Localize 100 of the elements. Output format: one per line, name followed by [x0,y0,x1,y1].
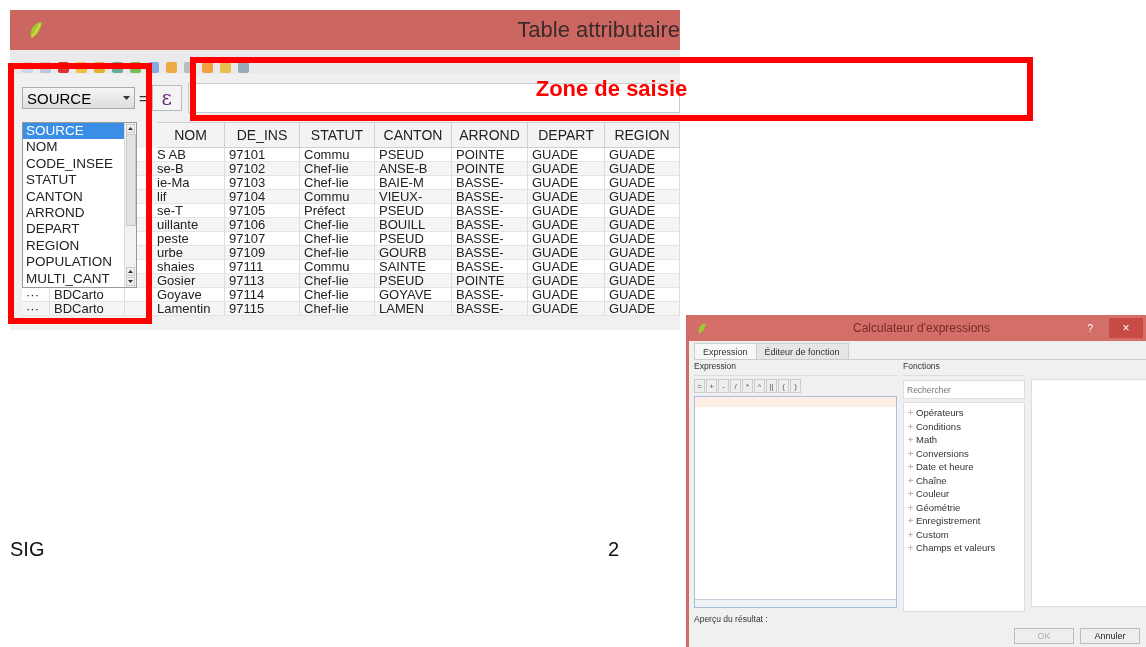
table-cell: BASSE- [456,231,504,246]
expand-icon[interactable] [908,437,913,443]
table-cell: uillante [157,217,199,232]
table-cell: lif [157,189,167,204]
table-cell: PSEUD [379,231,424,246]
operator-button[interactable]: ( [778,379,789,393]
toolbar-button[interactable] [166,62,177,73]
table-cell: SAINTE [379,259,426,274]
leaf-icon [697,321,707,335]
tree-item[interactable]: Enregistrement [916,515,981,527]
expand-icon[interactable] [908,477,913,483]
table-cell: BASSE- [456,259,504,274]
expand-icon[interactable] [908,450,913,456]
operator-button[interactable]: - [718,379,729,393]
operator-button[interactable]: * [742,379,753,393]
scrollbar[interactable] [695,599,896,607]
window-title: Table attributaire [517,17,680,43]
expand-icon[interactable] [908,423,913,429]
tree-item[interactable]: Date et heure [916,461,974,473]
table-cell: GUADE [609,175,656,190]
field-list-item[interactable]: NOM [23,139,124,156]
operator-button[interactable]: ^ [754,379,765,393]
tree-item[interactable]: Math [916,434,938,446]
table-cell: Goyave [157,287,202,302]
table-cell: GUADE [532,231,579,246]
table-cell: Chef-lie [304,217,349,232]
expand-icon[interactable] [908,464,913,470]
row-handle[interactable]: ··· [26,301,39,316]
operator-button[interactable]: / [730,379,741,393]
table-cell: Chef-lie [304,287,349,302]
page-number: 2 [608,538,620,561]
expand-icon[interactable] [908,410,913,416]
preview-label: Aperçu du résultat : [694,614,769,626]
scrollbar[interactable] [124,123,136,287]
field-list-item[interactable]: CODE_INSEE [23,155,124,173]
leaf-icon [28,20,44,40]
toolbar-button[interactable] [202,62,213,73]
table-cell: GUADE [532,217,579,232]
tree-item[interactable]: Chaîne [916,474,947,486]
table-cell: BASSE- [456,301,504,316]
expand-icon[interactable] [908,531,913,537]
table-cell: 97104 [229,189,266,204]
table-cell: GUADE [609,231,656,246]
table-cell: BASSE- [456,175,504,190]
expand-icon[interactable] [908,518,913,524]
tree-item[interactable]: Conditions [916,420,961,432]
expand-icon[interactable] [908,545,913,551]
field-list-item[interactable]: REGION [23,237,124,255]
field-dropdown[interactable]: SOURCE [22,87,135,109]
tree-item[interactable]: Custom [916,528,949,540]
toolbar-button[interactable] [220,62,231,73]
tab[interactable]: Expression [694,343,757,359]
dialog-button[interactable]: Annuler [1080,628,1140,644]
expression-text-area[interactable] [694,396,897,608]
table-cell: BASSE- [456,203,504,218]
table-cell: GUADE [609,217,656,232]
operator-button[interactable]: ) [790,379,801,393]
close-button[interactable]: × [1109,318,1143,338]
table-cell: 97115 [229,301,265,316]
table-cell: 97113 [229,273,265,288]
table-cell: GUADE [532,259,579,274]
tree-item[interactable]: Conversions [916,447,969,459]
table-cell: GUADE [609,273,656,288]
operator-button[interactable]: || [766,379,777,393]
annotation-label: Zone de saisie [535,76,688,102]
search-field[interactable]: Rechercher [903,380,1025,399]
toolbar-button[interactable] [148,62,159,73]
expression-button[interactable]: ε [151,85,182,111]
table-cell: GUADE [532,301,579,316]
table-cell: ie-Ma [157,175,190,190]
tree-item[interactable]: Champs et valeurs [916,542,996,554]
tree-item[interactable]: Opérateurs [916,407,964,419]
table-cell: GUADE [609,161,656,176]
up-arrow-icon [126,267,135,276]
row-handle[interactable]: ··· [26,287,39,302]
tree-item[interactable]: Géométrie [916,501,961,513]
table-cell: VIEUX- [379,189,423,204]
table-cell: 97109 [229,245,266,260]
table-cell: Commu [304,259,350,274]
expand-icon[interactable] [908,504,913,510]
field-list-item[interactable]: ARROND [23,204,124,222]
table-cell: 97103 [229,175,266,190]
table-cell: GUADE [609,245,656,260]
expand-icon[interactable] [908,491,913,497]
table-cell: BDCarto [54,287,104,302]
toolbar-button[interactable] [238,62,249,73]
field-list-item[interactable]: MULTI_CANT [23,270,124,287]
table-cell: 97107 [229,231,266,246]
field-list-item[interactable]: CANTON [23,188,124,205]
field-list-item[interactable]: POPULATION [23,254,124,271]
caret-icon [123,96,130,100]
up-arrow-icon [126,124,135,133]
tree-item[interactable]: Couleur [916,488,950,500]
field-list-item[interactable]: STATUT [23,172,124,189]
field-list-item[interactable]: DEPART [23,221,124,238]
table-cell: GOYAVE [379,287,432,302]
tab[interactable]: Éditeur de fonction [755,343,849,359]
section-label: Expression [694,361,897,376]
operator-button[interactable]: + [706,379,717,393]
operator-button[interactable]: = [694,379,705,393]
